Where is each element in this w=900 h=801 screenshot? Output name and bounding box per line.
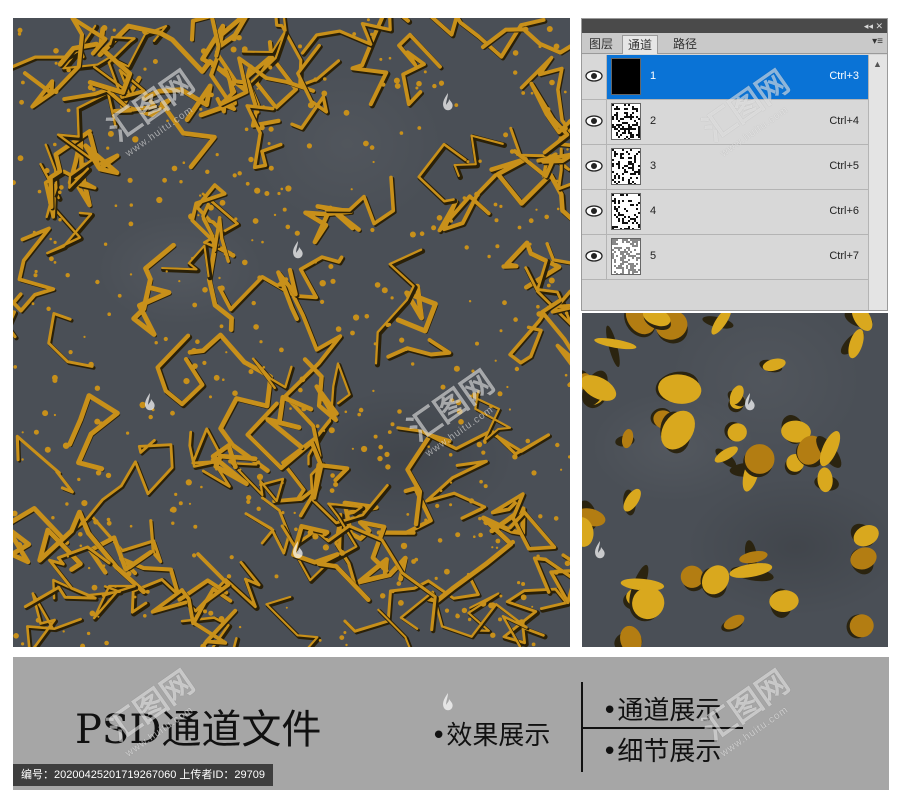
effect-preview-texture [13,18,570,647]
tab-paths[interactable]: 路径 [668,35,702,53]
banner-title: PSD通道文件 [75,707,322,753]
channel-row-4[interactable]: 4 Ctrl+6 [582,190,869,235]
channel-thumbnail [611,148,641,185]
visibility-toggle[interactable] [582,190,607,234]
detail-display-label: •细节展示 [602,737,722,767]
channel-thumbnail [611,238,641,275]
detail-preview-texture [582,313,888,647]
channels-panel: ◂◂ ✕ 图层 通道 路径 ▾≡ 1 Ctrl+3 2 Ctrl+4 3 Ctr… [581,18,888,311]
eye-icon [585,250,603,262]
channel-shortcut: Ctrl+6 [829,205,859,217]
panel-tab-bar: 图层 通道 路径 ▾≡ [582,33,887,54]
channel-body[interactable]: 4 Ctrl+6 [607,190,869,234]
eye-icon [585,70,603,82]
visibility-toggle[interactable] [582,145,607,189]
channel-name: 4 [650,205,657,217]
tab-channels[interactable]: 通道 [622,35,659,54]
channel-row-2[interactable]: 2 Ctrl+4 [582,100,869,145]
visibility-toggle[interactable] [582,100,607,144]
channel-body[interactable]: 5 Ctrl+7 [607,235,869,279]
image-meta-info: 编号：20200425201719267060 上传者ID：29709 [13,764,273,786]
channel-row-5[interactable]: 5 Ctrl+7 [582,235,869,280]
visibility-toggle[interactable] [582,235,607,279]
channel-row-1[interactable]: 1 Ctrl+3 [582,55,869,100]
channel-shortcut: Ctrl+3 [829,70,859,82]
gold-vein-overlay [13,18,570,647]
channel-name: 2 [650,115,657,127]
channel-thumbnail [611,193,641,230]
channel-row-3[interactable]: 3 Ctrl+5 [582,145,869,190]
collapse-close-icons[interactable]: ◂◂ ✕ [864,21,883,31]
info-banner: PSD通道文件 •效果展示 •通道展示 •细节展示 编号：20200425201… [13,657,889,790]
channel-display-label: •通道展示 [602,696,722,726]
channel-thumbnail [611,58,641,95]
channel-body[interactable]: 2 Ctrl+4 [607,100,869,144]
panel-scrollbar[interactable]: ▲ [868,55,887,310]
channel-shortcut: Ctrl+4 [829,115,859,127]
channel-body[interactable]: 3 Ctrl+5 [607,145,869,189]
panel-title-bar: ◂◂ ✕ [582,19,887,33]
tab-layers[interactable]: 图层 [584,35,618,53]
channel-shortcut: Ctrl+5 [829,160,859,172]
channel-name: 1 [650,70,657,82]
channel-list: 1 Ctrl+3 2 Ctrl+4 3 Ctrl+5 4 Ctrl+6 5 Ct… [582,55,869,280]
channel-thumbnail [611,103,641,140]
eye-icon [585,160,603,172]
eye-icon [585,115,603,127]
eye-icon [585,205,603,217]
divider-horizontal [583,727,743,729]
gold-blob-overlay [582,313,879,647]
channel-name: 3 [650,160,657,172]
channel-name: 5 [650,250,657,262]
chevron-up-icon[interactable]: ▲ [873,59,882,69]
visibility-toggle[interactable] [582,55,607,99]
channel-shortcut: Ctrl+7 [829,250,859,262]
panel-menu-icon[interactable]: ▾≡ [872,36,883,47]
channel-body[interactable]: 1 Ctrl+3 [607,55,869,99]
effect-display-label: •效果展示 [431,721,551,751]
